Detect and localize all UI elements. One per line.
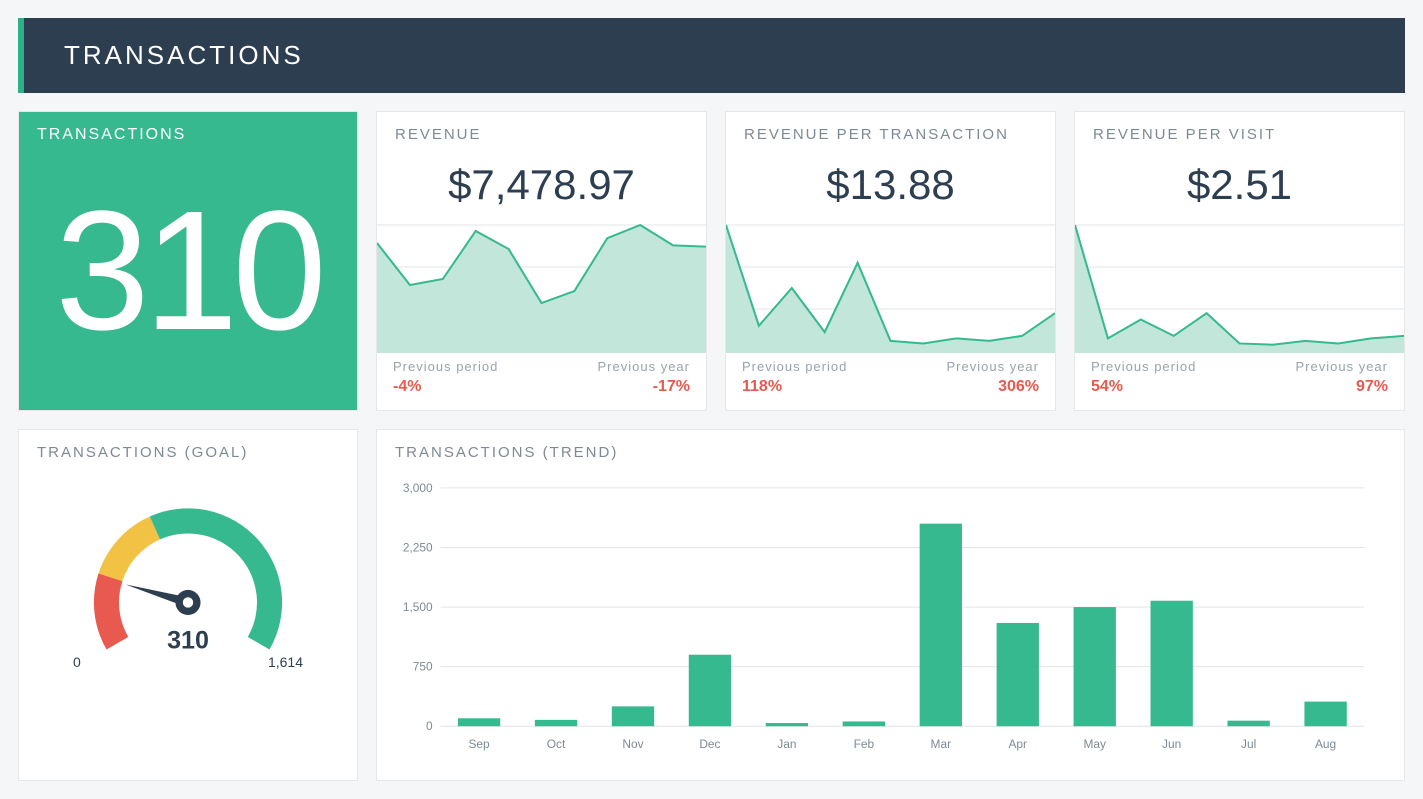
svg-text:May: May: [1083, 737, 1106, 751]
svg-text:Feb: Feb: [854, 737, 875, 751]
svg-text:3,000: 3,000: [403, 481, 433, 495]
compare-label: Previous period: [742, 359, 847, 374]
compare-label: Previous period: [393, 359, 498, 374]
charts-row: TRANSACTIONS (GOAL) 310 0 1,614 TRANSACT…: [18, 429, 1405, 781]
svg-text:Nov: Nov: [622, 737, 643, 751]
compare-value: -4%: [393, 378, 498, 396]
svg-text:310: 310: [167, 626, 209, 654]
svg-text:Mar: Mar: [931, 737, 952, 751]
compare-label: Previous period: [1091, 359, 1196, 374]
page-title: TRANSACTIONS: [64, 40, 304, 70]
tile-trend-label: TRANSACTIONS (TREND): [377, 430, 1404, 467]
tile-rev-per-visit-label: REVENUE PER VISIT: [1075, 112, 1404, 149]
svg-text:Jul: Jul: [1241, 737, 1256, 751]
svg-text:750: 750: [413, 660, 433, 674]
compare-value: 97%: [1296, 378, 1388, 396]
rev-per-txn-sparkline: [726, 223, 1055, 353]
svg-text:Aug: Aug: [1315, 737, 1336, 751]
svg-text:Jan: Jan: [777, 737, 796, 751]
svg-text:Apr: Apr: [1008, 737, 1027, 751]
rev-per-visit-sparkline: [1075, 223, 1404, 353]
tile-goal-label: TRANSACTIONS (GOAL): [19, 430, 357, 467]
tile-rev-per-txn: REVENUE PER TRANSACTION $13.88 Previous …: [725, 111, 1056, 411]
svg-text:1,500: 1,500: [403, 600, 433, 614]
revenue-sparkline: [377, 223, 706, 353]
goal-gauge: 310 0 1,614: [19, 467, 357, 690]
compare-label: Previous year: [947, 359, 1039, 374]
gauge-min: 0: [73, 654, 81, 670]
tile-rev-per-txn-compare: Previous period 118% Previous year 306%: [726, 353, 1055, 410]
compare-value: 306%: [947, 378, 1039, 396]
tile-rev-per-visit-compare: Previous period 54% Previous year 97%: [1075, 353, 1404, 410]
tile-rev-per-txn-label: REVENUE PER TRANSACTION: [726, 112, 1055, 149]
compare-value: -17%: [598, 378, 690, 396]
svg-text:2,250: 2,250: [403, 540, 433, 554]
compare-label: Previous year: [1296, 359, 1388, 374]
gauge-max: 1,614: [268, 654, 303, 670]
tile-rev-per-visit-value: $2.51: [1075, 149, 1404, 223]
tile-trend: TRANSACTIONS (TREND) 0 750 1,500 2,250 3,000…: [376, 429, 1405, 781]
tile-transactions-value: 310: [19, 150, 357, 410]
svg-text:Sep: Sep: [468, 737, 490, 751]
tile-rev-per-visit: REVENUE PER VISIT $2.51 Previous period …: [1074, 111, 1405, 411]
compare-value: 54%: [1091, 378, 1196, 396]
trend-bar-chart: 0 750 1,500 2,250 3,000 Sep Oct Nov Dec Jan Feb Mar…: [377, 467, 1404, 780]
svg-text:Dec: Dec: [699, 737, 720, 751]
compare-label: Previous year: [598, 359, 690, 374]
tile-goal: TRANSACTIONS (GOAL) 310 0 1,614: [18, 429, 358, 781]
tile-rev-per-txn-value: $13.88: [726, 149, 1055, 223]
svg-text:Oct: Oct: [547, 737, 566, 751]
compare-value: 118%: [742, 378, 847, 396]
tile-transactions: TRANSACTIONS 310: [18, 111, 358, 411]
svg-text:0: 0: [426, 719, 433, 733]
page-header: TRANSACTIONS: [18, 18, 1405, 93]
tile-revenue: REVENUE $7,478.97 Previous period -4% Pr…: [376, 111, 707, 411]
svg-text:Jun: Jun: [1162, 737, 1181, 751]
metrics-row: TRANSACTIONS 310 REVENUE $7,478.97 Previ…: [18, 111, 1405, 411]
tile-transactions-label: TRANSACTIONS: [19, 112, 357, 150]
tile-revenue-label: REVENUE: [377, 112, 706, 149]
tile-revenue-value: $7,478.97: [377, 149, 706, 223]
tile-revenue-compare: Previous period -4% Previous year -17%: [377, 353, 706, 410]
